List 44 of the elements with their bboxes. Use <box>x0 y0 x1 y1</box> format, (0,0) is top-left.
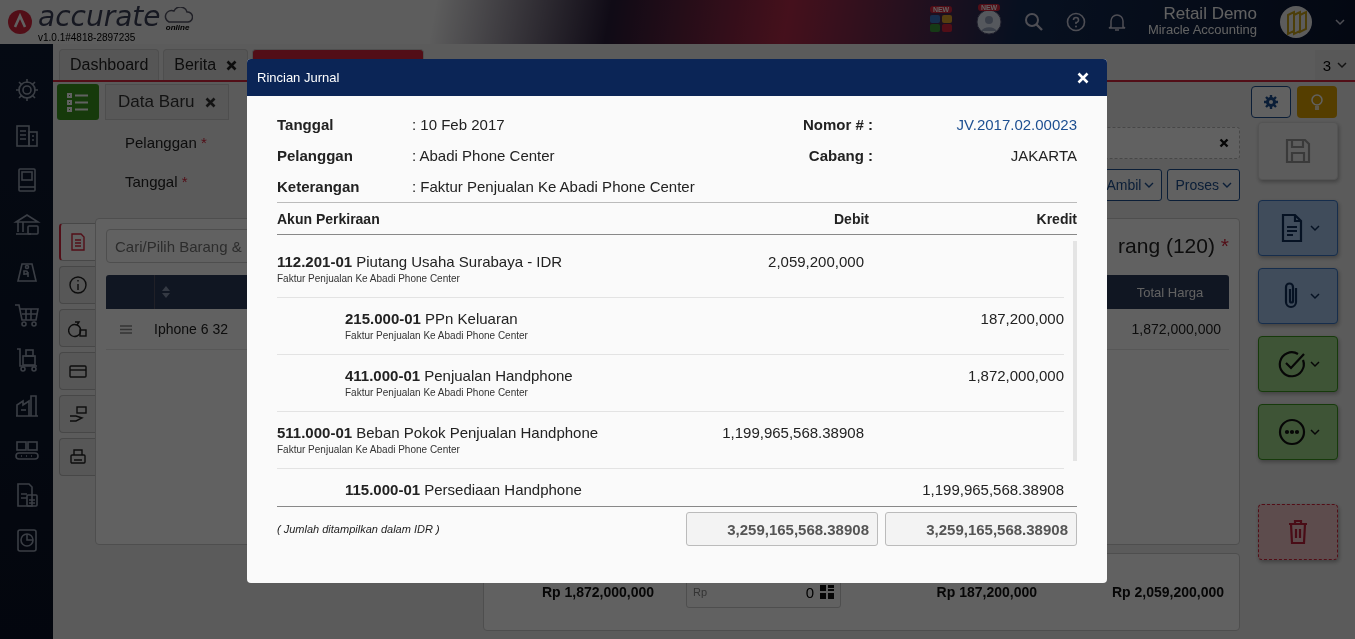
credit-amount: 1,872,000,000 <box>968 367 1064 384</box>
info-value: JAKARTA <box>1009 147 1077 164</box>
table-cell-text: Iphone 6 32 <box>153 321 228 337</box>
panel-title: rang (120) * <box>1118 234 1229 258</box>
info-label: Pelanggan <box>277 147 354 164</box>
account-note: Faktur Penjualan Ke Abadi Phone Center <box>345 330 529 341</box>
total-value: Rp 2,059,200,000 <box>1110 584 1224 600</box>
info-label: Tanggal <box>277 116 335 133</box>
account-note: Faktur Penjualan Ke Abadi Phone Center <box>277 444 461 455</box>
info-label: Keterangan <box>277 178 361 195</box>
debit-total-field: 3,259,165,568.38908 <box>686 512 878 546</box>
info-value: : Faktur Penjualan Ke Abadi Phone Center <box>412 178 695 195</box>
account-name: 511.000-01 Beban Pokok Penjualan Handphone <box>277 424 600 441</box>
field-label: Pelanggan * <box>125 134 207 151</box>
discount-value: 0 <box>805 583 814 601</box>
info-value: : 10 Feb 2017 <box>412 116 505 133</box>
info-label: Cabang : <box>807 147 873 164</box>
subtotal-value: Rp 1,872,000,000 <box>540 584 654 600</box>
account-name: 115.000-01 Persediaan Handphone <box>345 481 583 498</box>
column-header: Kredit <box>1035 210 1077 227</box>
company-subtitle: Miracle Accounting <box>1147 22 1257 38</box>
debit-amount: 2,059,200,000 <box>768 253 864 270</box>
company-name: Retail Demo <box>1163 6 1257 22</box>
field-label: Tanggal * <box>125 173 189 190</box>
info-label: Nomor # : <box>802 116 873 133</box>
account-name: 411.000-01 Penjualan Handphone <box>345 367 574 384</box>
debit-amount: 1,199,965,568.38908 <box>722 424 864 441</box>
dialog-title: Rincian Jurnal <box>257 70 340 85</box>
account-note: Faktur Penjualan Ke Abadi Phone Center <box>345 387 529 398</box>
account-note: Faktur Penjualan Ke Abadi Phone Center <box>277 273 461 284</box>
column-header: Akun Perkiraan <box>277 210 381 227</box>
brand-name: accurate <box>38 1 161 32</box>
tax-value: Rp 187,200,000 <box>935 584 1037 600</box>
currency-note: ( Jumlah ditampilkan dalam IDR ) <box>277 523 441 535</box>
credit-amount: 187,200,000 <box>980 310 1064 327</box>
column-header: Total Harga <box>1135 284 1205 300</box>
brand-subtitle: online <box>165 22 190 32</box>
account-name: 215.000-01 PPn Keluaran <box>345 310 519 327</box>
info-value: : Abadi Phone Center <box>412 147 555 164</box>
credit-total-field: 3,259,165,568.38908 <box>885 512 1077 546</box>
column-header: Debit <box>833 210 869 227</box>
version-label: v1.0.1#4818-2897235 <box>38 31 137 43</box>
credit-amount: 1,199,965,568.38908 <box>922 481 1064 498</box>
table-cell-text: 1,872,000,000 <box>1131 321 1222 337</box>
